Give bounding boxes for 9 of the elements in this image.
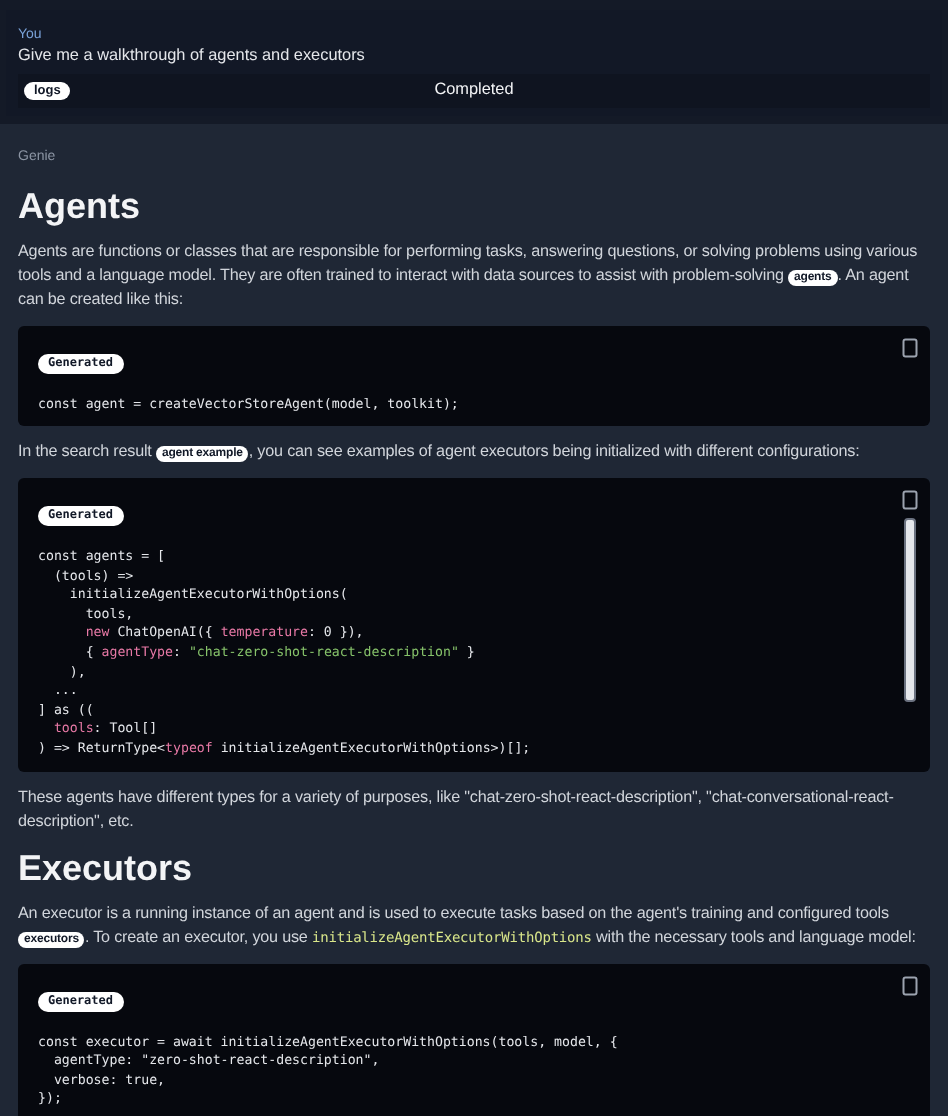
paragraph: These agents have different types for a variety of purposes, like "chat-zero-shot-react-description", "chat-conversational-react-description", etc. — [18, 785, 896, 834]
message-text: Give me a walkthrough of agents and executors — [18, 44, 367, 68]
copy-icon[interactable] — [902, 337, 918, 357]
section-heading: Executors — [18, 847, 195, 890]
section-heading: Agents — [18, 185, 143, 227]
status-text: Completed — [434, 78, 514, 103]
copy-icon[interactable] — [902, 975, 918, 996]
scrollbar[interactable] — [904, 518, 916, 703]
copy-icon[interactable] — [902, 490, 918, 511]
